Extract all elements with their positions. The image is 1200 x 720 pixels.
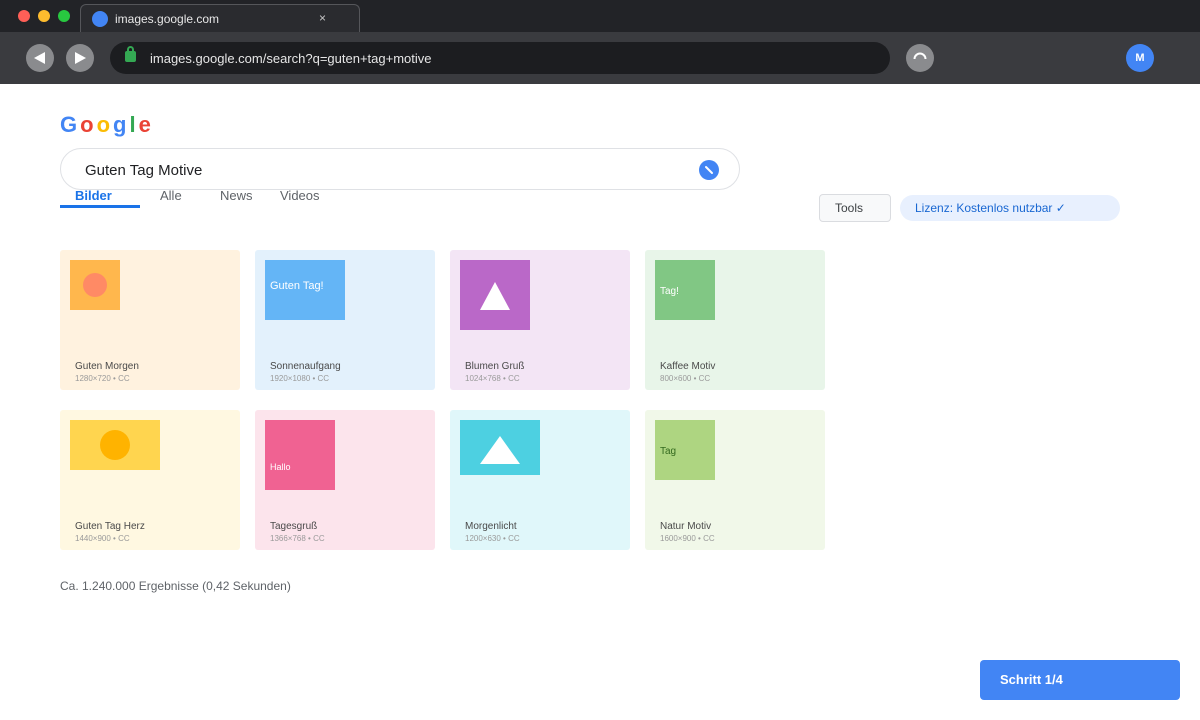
logo-letter: G [60,112,78,137]
thumbnail-triangle-shape [480,436,520,464]
result-title: Sonnenaufgang [270,361,341,372]
minimize-window-button[interactable] [38,10,50,22]
url-text[interactable]: images.google.com/search?q=guten+tag+mot… [150,51,432,66]
image-result-card[interactable]: Morgenlicht 1200×630 • CC [450,410,630,550]
active-tab-indicator [60,205,140,208]
close-window-button[interactable] [18,10,30,22]
result-title: Morgenlicht [465,521,517,532]
thumbnail-circle-shape [100,430,130,460]
result-meta: 1280×720 • CC [75,374,130,383]
image-thumbnail[interactable] [70,420,160,470]
image-thumbnail[interactable]: Tag! [655,260,715,320]
tab-alle[interactable]: Alle [160,188,182,203]
license-filter-chip[interactable]: Lizenz: Kostenlos nutzbar ✓ [900,195,1120,221]
step-button[interactable]: Schritt 1/4 [980,660,1180,700]
image-result-card[interactable]: Guten Tag Herz 1440×900 • CC [60,410,240,550]
profile-avatar[interactable]: M [1126,44,1154,72]
result-title: Natur Motiv [660,521,712,532]
search-input[interactable]: Guten Tag Motive [85,162,202,179]
google-logo: Google [60,112,154,138]
image-result-card[interactable]: Tag Natur Motiv 1600×900 • CC [645,410,825,550]
browser-titlebar: images.google.com × [0,0,1200,32]
lock-icon [125,46,136,62]
image-thumbnail[interactable] [460,420,540,475]
back-button[interactable] [26,44,54,72]
thumbnail-triangle-shape [480,282,510,310]
tab-title: images.google.com [115,12,220,26]
result-title: Kaffee Motiv [660,361,716,372]
result-meta: 1200×630 • CC [465,534,520,543]
image-result-card[interactable]: Guten Morgen 1280×720 • CC [60,250,240,390]
result-title: Tagesgruß [270,521,318,532]
browser-toolbar: images.google.com/search?q=guten+tag+mot… [0,32,1200,84]
logo-letter: e [138,112,151,137]
logo-letter: g [113,112,127,137]
back-arrow-icon [34,52,45,64]
search-button[interactable] [699,160,719,180]
tools-button[interactable]: Tools [819,194,891,222]
image-thumbnail[interactable]: Tag [655,420,715,480]
result-stats: Ca. 1.240.000 Ergebnisse (0,42 Sekunden) [60,579,291,593]
logo-letter: o [80,112,94,137]
image-result-card[interactable]: Blumen Gruß 1024×768 • CC [450,250,630,390]
image-thumbnail[interactable] [70,260,120,310]
search-icon [705,166,713,174]
logo-letter: l [129,112,136,137]
thumbnail-text: Tag [660,446,677,457]
image-result-card[interactable]: Guten Tag! Sonnenaufgang 1920×1080 • CC [255,250,435,390]
result-title: Guten Morgen [75,361,139,372]
forward-arrow-icon [75,52,86,64]
result-meta: 1366×768 • CC [270,534,325,543]
thumbnail-text: Tag! [660,286,679,297]
search-box[interactable]: Guten Tag Motive [60,148,740,190]
address-bar[interactable]: images.google.com/search?q=guten+tag+mot… [110,42,890,74]
thumbnail-circle-shape [83,273,107,297]
logo-letter: o [96,112,111,137]
image-thumbnail[interactable]: Hallo [265,420,335,490]
result-meta: 800×600 • CC [660,374,711,383]
favicon-icon [92,11,108,27]
tab-news[interactable]: News [220,188,253,203]
image-thumbnail[interactable]: Guten Tag! [265,260,345,320]
thumbnail-text: Guten Tag! [270,280,324,292]
image-result-card[interactable]: Hallo Tagesgruß 1366×768 • CC [255,410,435,550]
maximize-window-button[interactable] [58,10,70,22]
forward-button[interactable] [66,44,94,72]
thumbnail-text: Hallo [270,462,291,472]
result-meta: 1440×900 • CC [75,534,130,543]
tab-videos[interactable]: Videos [280,188,320,203]
tab-close-icon[interactable]: × [319,11,326,25]
browser-tab[interactable]: images.google.com × [80,4,360,32]
result-title: Blumen Gruß [465,361,525,372]
reload-button[interactable] [906,44,934,72]
image-thumbnail[interactable] [460,260,530,330]
image-result-card[interactable]: Tag! Kaffee Motiv 800×600 • CC [645,250,825,390]
reload-icon [913,52,927,60]
result-meta: 1600×900 • CC [660,534,715,543]
tab-bilder[interactable]: Bilder [75,188,112,203]
result-title: Guten Tag Herz [75,521,145,532]
result-meta: 1024×768 • CC [465,374,520,383]
result-meta: 1920×1080 • CC [270,374,330,383]
